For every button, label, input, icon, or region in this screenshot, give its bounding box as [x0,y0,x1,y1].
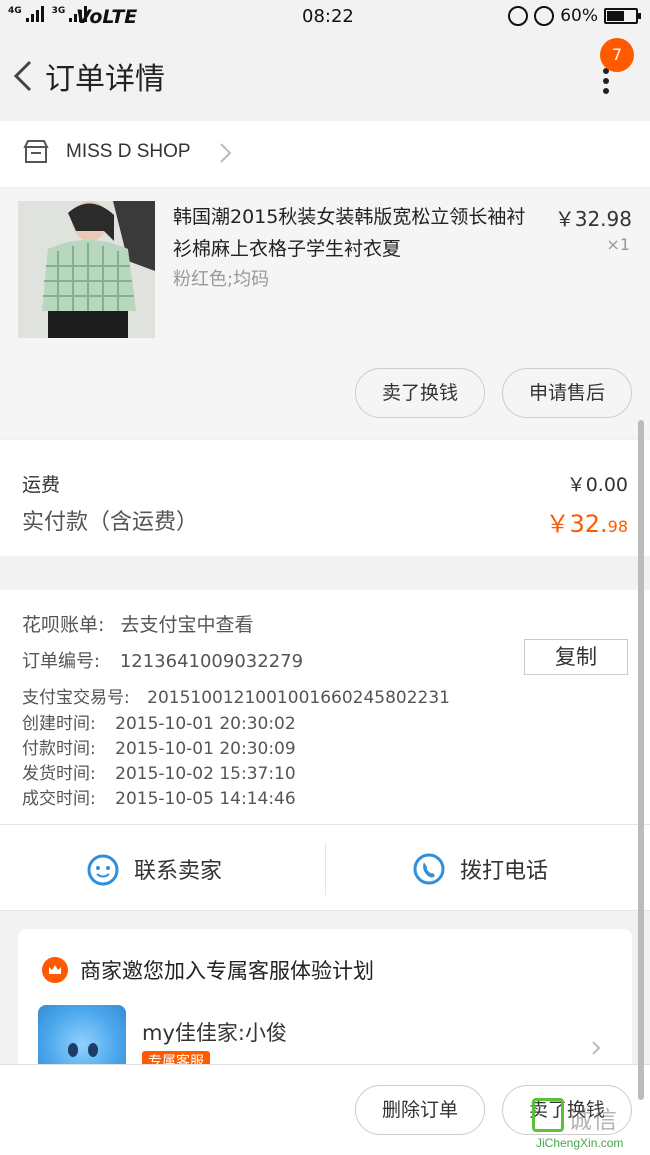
after-sale-button[interactable]: 申请售后 [502,368,632,418]
created-time-row: 创建时间: 2015-10-01 20:30:02 [22,709,296,734]
alipay-trade-label: 支付宝交易号: [22,688,130,708]
shipped-time-label: 发货时间: [22,764,96,784]
huabei-link[interactable]: 去支付宝中查看 [120,614,253,636]
copy-order-number-button[interactable]: 复制 [524,639,628,675]
delete-order-button[interactable]: 删除订单 [355,1085,485,1135]
order-info: 花呗账单: 去支付宝中查看 订单编号: 1213641009032279 复制 … [0,590,650,824]
shop-name[interactable]: MISS D SHOP [66,141,191,163]
product-thumbnail[interactable] [18,201,155,338]
watermark-text: 诚信 [568,1106,618,1134]
completed-time-row: 成交时间: 2015-10-05 14:14:46 [22,784,296,809]
huabei-row[interactable]: 花呗账单: 去支付宝中查看 [22,610,253,637]
chat-smile-icon [87,854,119,885]
watermark-logo: 诚信 JiChengXin.com [532,1098,648,1154]
fee-summary: 运费 ￥0.00 实付款（含运费） ￥32.98 [0,440,650,556]
chevron-right-icon [220,143,232,163]
contact-bar: 联系卖家 拨打电话 [0,824,650,911]
order-number-row: 订单编号: 1213641009032279 [22,647,303,673]
call-phone-button[interactable]: 拨打电话 [412,825,548,912]
status-time: 08:22 [302,6,354,27]
sell-for-cash-button[interactable]: 卖了换钱 [355,368,485,418]
paid-time-row: 付款时间: 2015-10-01 20:30:09 [22,734,296,759]
chevron-right-icon [592,1041,601,1055]
shop-icon [23,140,49,163]
crown-icon [42,957,68,983]
back-arrow-icon[interactable] [10,56,40,96]
top-nav: 订单详情 7 [0,34,650,120]
exclusive-service-card[interactable]: 商家邀您加入专属客服体验计划 my佳佳家:小俊 专属客服 [18,929,632,1093]
product-price: ￥32.98 [554,207,632,231]
network-type-1: 4G [8,6,22,16]
scrollbar[interactable] [638,420,644,1100]
status-bar: 4G 3G VoLTE 08:22 60% [0,0,650,34]
notification-badge: 7 [600,38,634,72]
signal-icon [25,6,44,22]
created-time-value: 2015-10-01 20:30:02 [115,714,296,734]
call-phone-label: 拨打电话 [460,858,549,884]
shipped-time-row: 发货时间: 2015-10-02 15:37:10 [22,759,296,784]
paid-time-label: 付款时间: [22,739,96,759]
contact-seller-label: 联系卖家 [134,858,223,884]
paid-total-main: ￥32. [545,510,608,538]
huabei-label: 花呗账单: [22,614,105,636]
alipay-trade-value: 2015100121001001660245802231 [147,688,450,708]
rotation-lock-icon [508,6,529,26]
page-title: 订单详情 [45,62,165,97]
contact-seller-button[interactable]: 联系卖家 [86,825,222,912]
product-item[interactable]: 韩国潮2015秋装女装韩版宽松立领长袖衬衫棉麻上衣格子学生衬衣夏 粉红色;均码 … [0,189,650,437]
contact-divider [325,843,326,895]
order-number-value: 1213641009032279 [119,651,304,672]
battery-icon [604,8,641,24]
watermark-url: JiChengXin.com [536,1136,624,1150]
paid-total-cents: 98 [607,517,628,536]
service-card-title: 商家邀您加入专属客服体验计划 [80,959,374,983]
agent-name[interactable]: my佳佳家:小俊 [142,1017,287,1047]
order-number-label: 订单编号: [22,651,101,672]
alarm-icon [534,6,555,26]
watermark-icon [532,1098,564,1132]
network-type-2: 3G [51,6,66,16]
paid-total-value: ￥32.98 [545,504,628,539]
alipay-trade-row: 支付宝交易号: 2015100121001001660245802231 [22,683,450,708]
completed-time-value: 2015-10-05 14:14:46 [115,789,296,809]
product-quantity: ×1 [606,235,630,254]
phone-icon [413,853,445,884]
product-title[interactable]: 韩国潮2015秋装女装韩版宽松立领长袖衬衫棉麻上衣格子学生衬衣夏 [173,201,533,265]
battery-percent: 60% [560,6,598,26]
completed-time-label: 成交时间: [22,789,96,809]
more-menu-icon[interactable] [596,68,616,98]
created-time-label: 创建时间: [22,714,96,734]
shipping-value: ￥0.00 [566,474,628,496]
paid-total-label: 实付款（含运费） [22,510,199,535]
paid-time-value: 2015-10-01 20:30:09 [115,739,296,759]
shipped-time-value: 2015-10-02 15:37:10 [115,764,296,784]
shipping-label: 运费 [22,474,61,496]
volte-label: VoLTE [76,6,138,28]
product-sku: 粉红色;均码 [173,269,270,290]
shop-row[interactable]: MISS D SHOP [0,121,650,187]
